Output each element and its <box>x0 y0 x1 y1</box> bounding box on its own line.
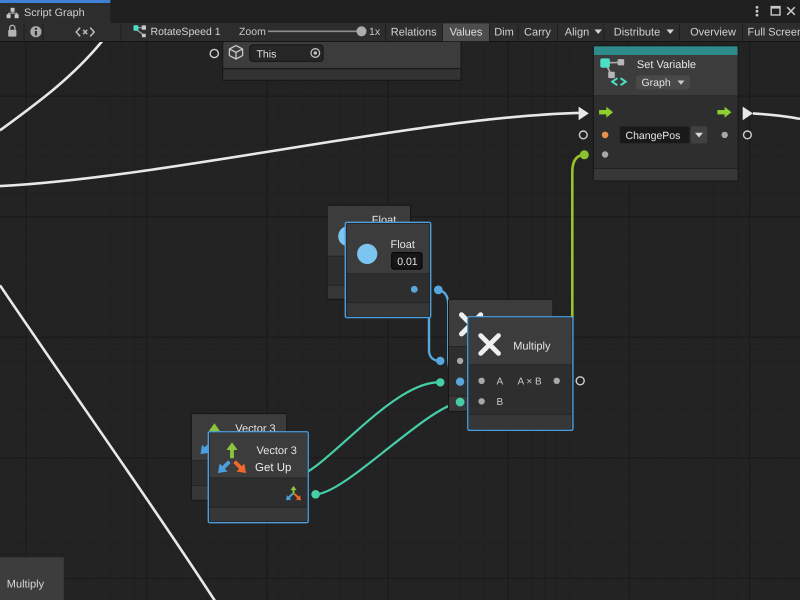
svg-text:Dim: Dim <box>494 26 514 38</box>
svg-text:Script Graph: Script Graph <box>24 7 85 19</box>
svg-text:0.01: 0.01 <box>397 256 418 268</box>
svg-text:A: A <box>497 377 504 388</box>
svg-text:Align: Align <box>565 26 589 38</box>
svg-text:B: B <box>497 397 504 408</box>
svg-text:Float: Float <box>391 239 415 251</box>
svg-text:ChangePos: ChangePos <box>626 130 681 142</box>
svg-text:RotateSpeed 1: RotateSpeed 1 <box>151 26 221 38</box>
svg-text:Vector 3: Vector 3 <box>257 445 297 457</box>
svg-text:Zoom: Zoom <box>239 26 266 38</box>
svg-text:Values: Values <box>450 26 483 38</box>
svg-text:Graph: Graph <box>642 77 671 89</box>
svg-text:Relations: Relations <box>391 26 437 38</box>
svg-text:Overview: Overview <box>690 26 736 38</box>
svg-text:Multiply: Multiply <box>7 579 45 591</box>
svg-text:Multiply: Multiply <box>513 340 551 352</box>
svg-text:Full Screen: Full Screen <box>748 26 800 38</box>
svg-text:Carry: Carry <box>524 26 551 38</box>
svg-text:A × B: A × B <box>518 377 543 388</box>
svg-text:Distribute: Distribute <box>614 26 660 38</box>
svg-text:This: This <box>257 48 277 60</box>
svg-text:Get Up: Get Up <box>255 462 291 474</box>
svg-text:Set Variable: Set Variable <box>637 59 696 71</box>
svg-text:1x: 1x <box>369 26 381 38</box>
